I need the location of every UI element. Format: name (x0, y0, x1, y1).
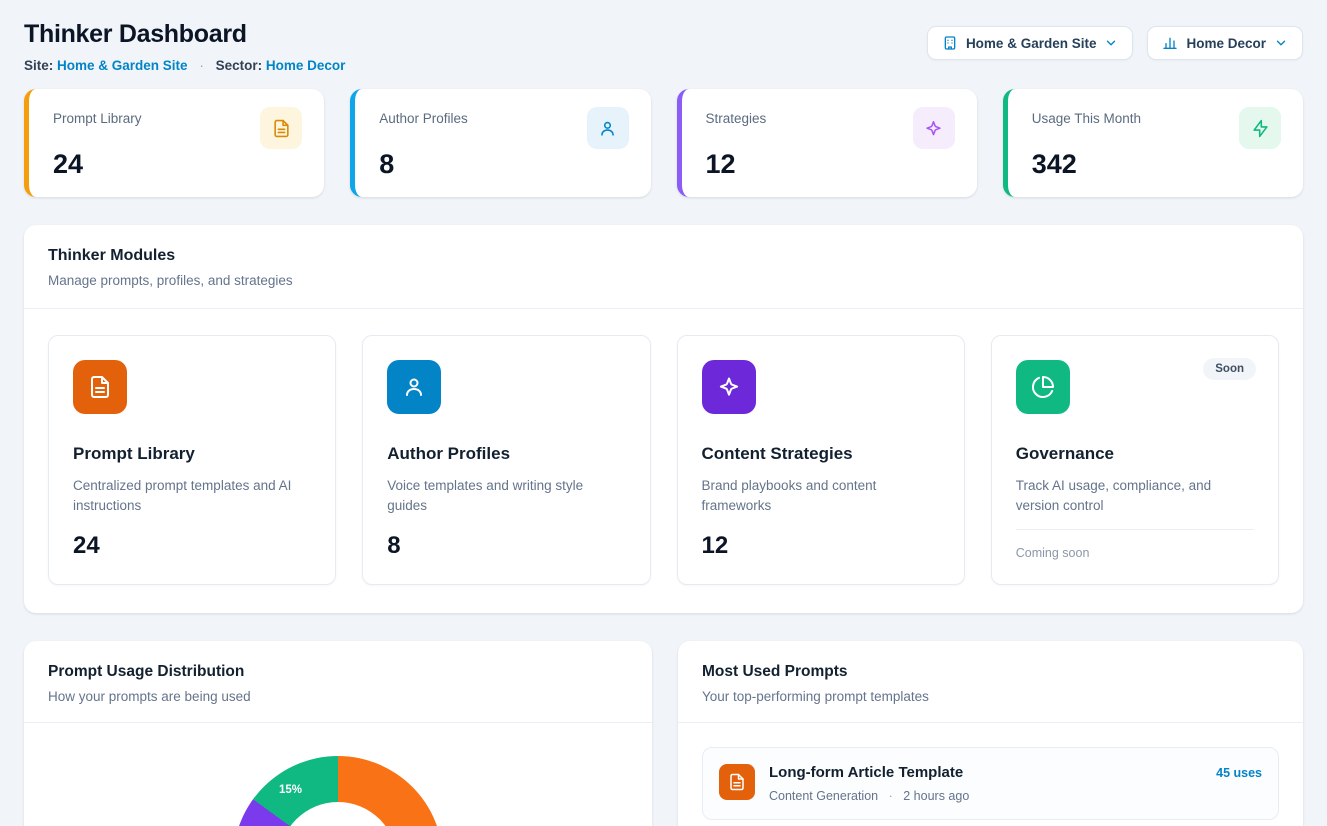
stat-value: 342 (1032, 149, 1281, 180)
stat-label: Author Profiles (379, 107, 468, 126)
prompt-item-category: Content Generation (769, 789, 878, 803)
module-card-governance[interactable]: Soon Governance Track AI usage, complian… (991, 335, 1279, 585)
chevron-down-icon (1274, 36, 1288, 50)
stat-value: 12 (706, 149, 955, 180)
bar-chart-icon (1162, 35, 1178, 51)
most-used-title: Most Used Prompts (702, 663, 1279, 681)
header-selectors: Home & Garden Site Home Decor (927, 26, 1303, 60)
modules-grid: Prompt Library Centralized prompt templa… (24, 309, 1303, 613)
site-selector-label: Home & Garden Site (966, 36, 1097, 51)
module-card-content-strategies[interactable]: Content Strategies Brand playbooks and c… (677, 335, 965, 585)
chart-area: 15% (24, 723, 652, 826)
document-icon (719, 764, 755, 800)
pie-chart-icon (1016, 360, 1070, 414)
prompt-item-title: Long-form Article Template (769, 764, 1202, 781)
header-left: Thinker Dashboard Site: Home & Garden Si… (24, 20, 345, 73)
person-icon (587, 107, 629, 149)
stat-label: Strategies (706, 107, 767, 126)
module-description: Track AI usage, compliance, and version … (1016, 476, 1254, 517)
lightning-icon (1239, 107, 1281, 149)
prompt-item-meta: Content Generation · 2 hours ago (769, 789, 1202, 803)
module-value: 8 (387, 532, 625, 560)
dashboard-page: Thinker Dashboard Site: Home & Garden Si… (0, 0, 1327, 826)
separator-dot: · (889, 789, 893, 803)
most-used-header: Most Used Prompts Your top-performing pr… (678, 641, 1303, 722)
sparkle-star-icon (913, 107, 955, 149)
building-icon (942, 35, 958, 51)
modules-header: Thinker Modules Manage prompts, profiles… (24, 225, 1303, 308)
stat-value: 24 (53, 149, 302, 180)
soon-badge: Soon (1203, 358, 1256, 380)
stat-label: Prompt Library (53, 107, 142, 126)
usage-panel-subtitle: How your prompts are being used (48, 689, 628, 704)
coming-soon-text: Coming soon (1016, 546, 1254, 560)
thinker-modules-section: Thinker Modules Manage prompts, profiles… (24, 225, 1303, 613)
site-link[interactable]: Home & Garden Site (57, 58, 188, 73)
most-used-prompts-panel: Most Used Prompts Your top-performing pr… (678, 641, 1303, 826)
stat-card-strategies: Strategies 12 (677, 89, 977, 197)
module-title: Governance (1016, 444, 1254, 464)
prompt-list: Long-form Article Template Content Gener… (678, 723, 1303, 826)
prompt-list-item[interactable]: Long-form Article Template Content Gener… (702, 747, 1279, 820)
header: Thinker Dashboard Site: Home & Garden Si… (24, 20, 1303, 73)
page-title: Thinker Dashboard (24, 20, 345, 49)
donut-segment-label: 15% (279, 784, 302, 796)
stat-card-author-profiles: Author Profiles 8 (350, 89, 650, 197)
usage-panel-header: Prompt Usage Distribution How your promp… (24, 641, 652, 722)
site-selector-dropdown[interactable]: Home & Garden Site (927, 26, 1134, 60)
separator-dot: · (199, 58, 204, 73)
prompt-item-uses-badge: 45 uses (1216, 764, 1262, 780)
prompt-item-main: Long-form Article Template Content Gener… (769, 764, 1202, 803)
chevron-down-icon (1104, 36, 1118, 50)
usage-panel-title: Prompt Usage Distribution (48, 663, 628, 681)
person-icon (387, 360, 441, 414)
site-sector-breadcrumb: Site: Home & Garden Site · Sector: Home … (24, 58, 345, 73)
stat-card-usage: Usage This Month 342 (1003, 89, 1303, 197)
sparkle-star-icon (702, 360, 756, 414)
stat-label: Usage This Month (1032, 107, 1141, 126)
module-card-author-profiles[interactable]: Author Profiles Voice templates and writ… (362, 335, 650, 585)
module-title: Prompt Library (73, 444, 311, 464)
modules-title: Thinker Modules (48, 247, 1279, 265)
site-label: Site: (24, 58, 53, 73)
modules-subtitle: Manage prompts, profiles, and strategies (48, 273, 1279, 288)
module-value: 24 (73, 532, 311, 560)
module-description: Voice templates and writing style guides (387, 476, 625, 517)
sector-selector-dropdown[interactable]: Home Decor (1147, 26, 1303, 60)
document-icon (260, 107, 302, 149)
document-icon (73, 360, 127, 414)
module-description: Centralized prompt templates and AI inst… (73, 476, 311, 517)
module-title: Author Profiles (387, 444, 625, 464)
sector-link[interactable]: Home Decor (266, 58, 346, 73)
stat-card-prompt-library: Prompt Library 24 (24, 89, 324, 197)
prompt-usage-panel: Prompt Usage Distribution How your promp… (24, 641, 652, 826)
stats-row: Prompt Library 24 Author Profiles 8 Stra… (24, 89, 1303, 197)
sector-label: Sector: (216, 58, 263, 73)
module-value: 12 (702, 532, 940, 560)
module-description: Brand playbooks and content frameworks (702, 476, 940, 517)
divider (1016, 529, 1254, 530)
module-title: Content Strategies (702, 444, 940, 464)
module-card-prompt-library[interactable]: Prompt Library Centralized prompt templa… (48, 335, 336, 585)
prompt-item-time: 2 hours ago (903, 789, 969, 803)
stat-value: 8 (379, 149, 628, 180)
sector-selector-label: Home Decor (1186, 36, 1266, 51)
bottom-row: Prompt Usage Distribution How your promp… (24, 641, 1303, 826)
usage-donut-chart: 15% (233, 756, 443, 826)
most-used-subtitle: Your top-performing prompt templates (702, 689, 1279, 704)
